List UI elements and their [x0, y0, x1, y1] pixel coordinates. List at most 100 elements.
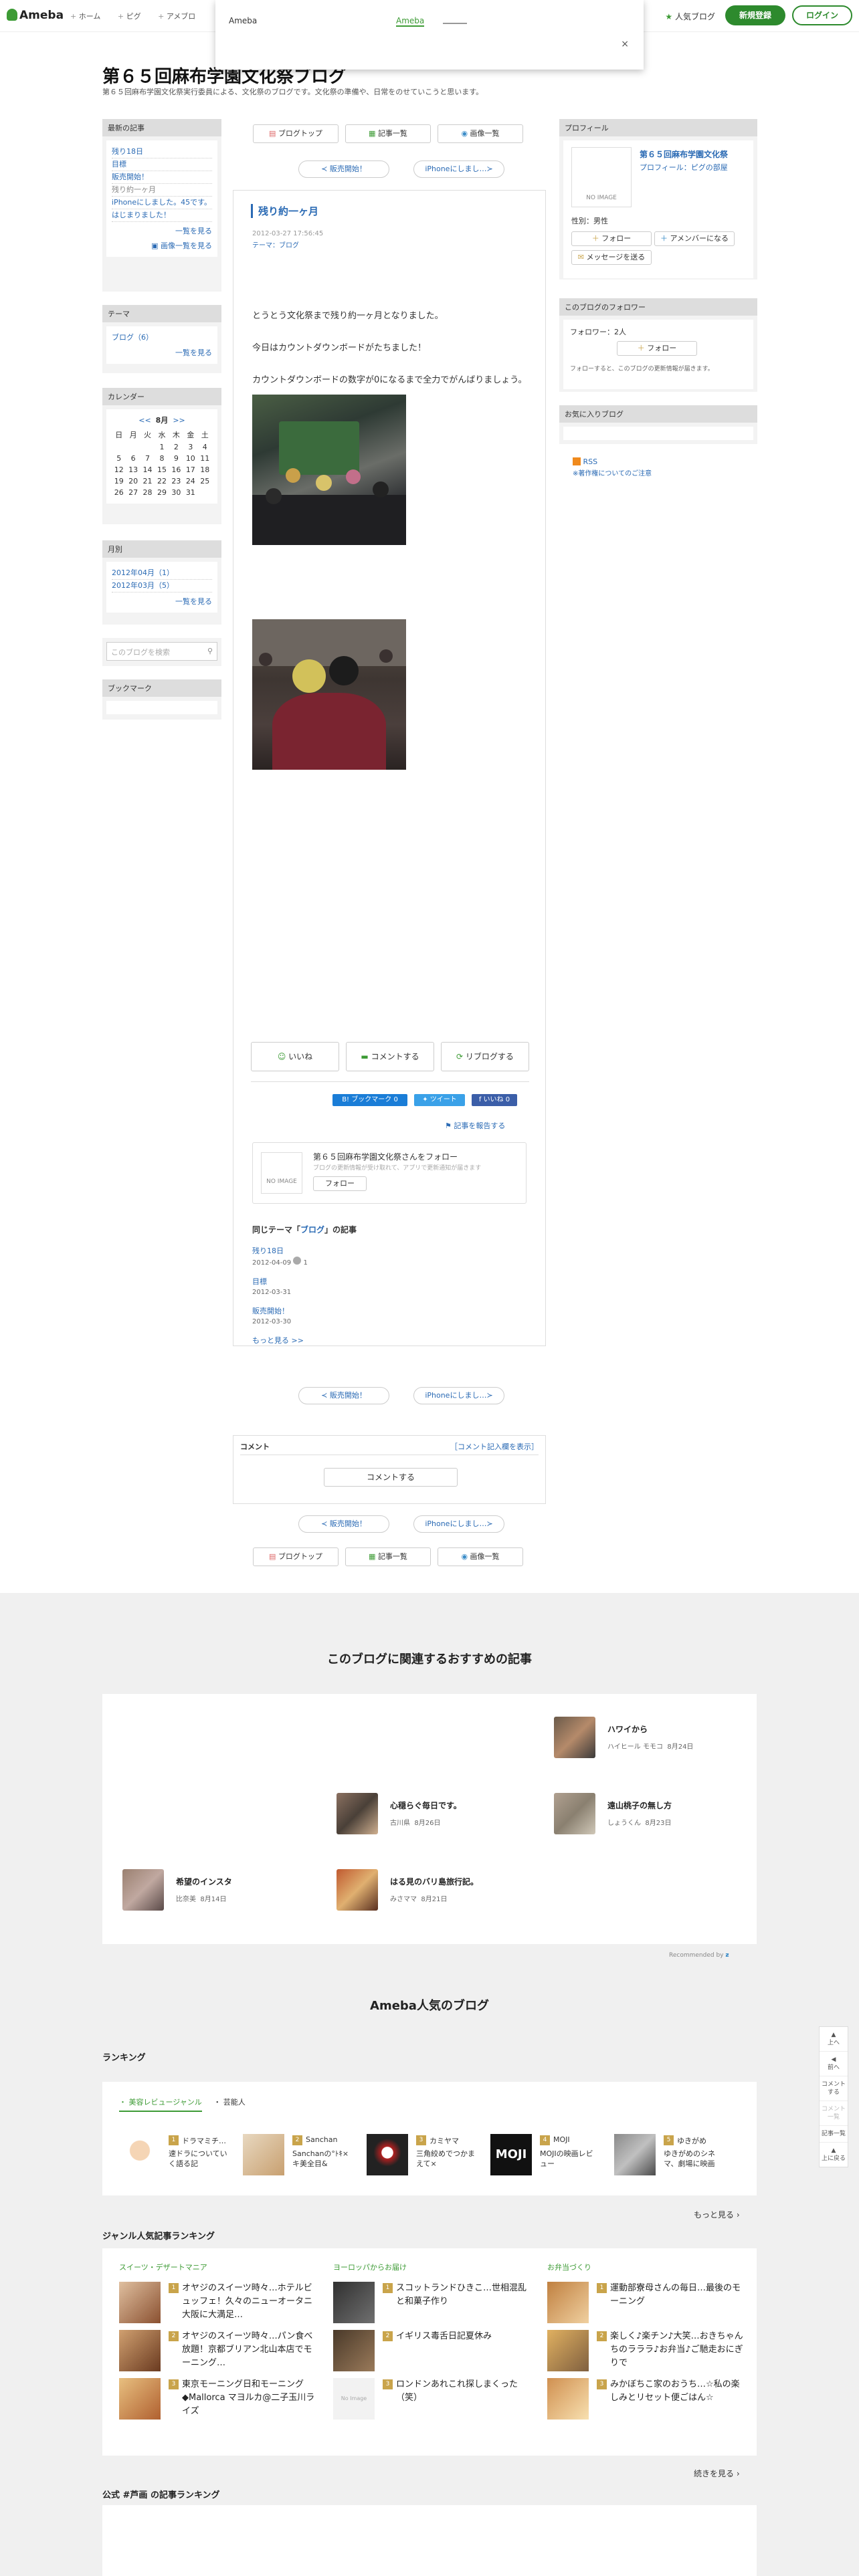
- ranking-item[interactable]: 3 カミヤマ 三角絞めでつかまえて×: [367, 2134, 487, 2175]
- image-list-button[interactable]: ◉ 画像一覧: [438, 1547, 523, 1566]
- month-link[interactable]: 2012年03月（5）: [112, 580, 212, 593]
- theme-link[interactable]: ブログ（6）: [112, 332, 212, 344]
- recommend-card[interactable]: 遠山桃子の無し方 しょうくん 8月23日: [554, 1793, 755, 1834]
- recommend-card[interactable]: はる見のバリ島旅行記。 みさママ 8月21日: [337, 1869, 537, 1911]
- genre-item[interactable]: 1 オヤジのスイーツ時々…ホテルビュッフェ！久々のニューオータニ大阪に大満足…: [119, 2282, 320, 2330]
- next-entry-link[interactable]: iPhoneにしまし…≻: [413, 1387, 504, 1404]
- float-comment-button[interactable]: コメントする: [820, 2076, 848, 2101]
- next-entry-link[interactable]: iPhoneにしまし…≻: [413, 160, 504, 178]
- scroll-up-button[interactable]: ▲ 上へ: [820, 2027, 848, 2052]
- ranking-more-link[interactable]: もっと見る ›: [694, 2209, 740, 2220]
- next-month-icon[interactable]: >>: [173, 416, 185, 425]
- recommend-card[interactable]: 心穏らぐ毎日です。 古川県 8月26日: [337, 1793, 537, 1834]
- close-icon[interactable]: ×: [621, 39, 629, 49]
- nav-ameblo[interactable]: アメブロ: [158, 12, 195, 21]
- ranking-item[interactable]: MOJI 4 MOJI MOJIの映画レビュー: [490, 2134, 611, 2175]
- tab-beauty-review[interactable]: ・ 美容レビュージャンル: [119, 2098, 202, 2112]
- genre-heading[interactable]: スイーツ・デザートマニア: [119, 2262, 320, 2272]
- reblog-button[interactable]: ⟳ リブログする: [441, 1042, 529, 1071]
- nav-home[interactable]: ホーム: [70, 12, 100, 21]
- popular-blog-link[interactable]: 人気ブログ: [665, 11, 715, 22]
- genre-item[interactable]: No Image 3 ロンドンあれこれ探しまくった（笑）: [333, 2378, 534, 2426]
- prev-button[interactable]: ◀ 前へ: [820, 2052, 848, 2076]
- hatena-bookmark-button[interactable]: B! ブックマーク 0: [332, 1094, 407, 1106]
- month-link[interactable]: 2012年04月（1）: [112, 567, 212, 580]
- blog-top-button[interactable]: ▤ ブログトップ: [253, 124, 339, 143]
- prev-entry-link[interactable]: ≺ 販売開始！: [298, 1387, 389, 1404]
- same-theme-more-link[interactable]: もっと見る >>: [252, 1335, 527, 1346]
- report-entry-link[interactable]: ⚑ 記事を報告する: [445, 1120, 505, 1131]
- avatar: NO IMAGE: [261, 1152, 302, 1194]
- entry-theme[interactable]: テーマ：ブログ: [252, 240, 323, 252]
- profile-name[interactable]: 第６５回麻布学園文化祭: [640, 148, 728, 160]
- ranking-item[interactable]: 2 Sanchan Sanchanの°ﾄｷ×キ美全目&: [243, 2134, 363, 2175]
- genre-item[interactable]: 1 スコットランドひきこ…世相混乱と和菓子作り: [333, 2282, 534, 2330]
- recent-post-link[interactable]: はじまりました！: [112, 209, 212, 222]
- calendar-day: 19: [114, 477, 124, 486]
- theme-more-link[interactable]: 一覧を見る: [112, 348, 212, 358]
- follow-button[interactable]: ＋ フォロー: [571, 231, 652, 246]
- amember-button[interactable]: ＋ アメンバーになる: [654, 231, 735, 246]
- genre-heading[interactable]: お弁当づくり: [547, 2262, 748, 2272]
- prev-entry-link[interactable]: ≺ 販売開始！: [298, 160, 389, 178]
- prev-entry-link[interactable]: ≺ 販売開始！: [298, 1515, 389, 1533]
- genre-item-text: 運動部寮母さんの毎日…最後のモーニング: [610, 2283, 741, 2306]
- facebook-like-button[interactable]: f いいね 0: [472, 1094, 517, 1106]
- login-button[interactable]: ログイン: [792, 5, 852, 25]
- entry-photo-students[interactable]: [252, 619, 406, 770]
- recommend-card[interactable]: ハワイから ハイヒール モモコ 8月24日: [554, 1717, 755, 1758]
- write-comment-button[interactable]: コメントする: [324, 1468, 458, 1487]
- send-message-button[interactable]: ✉ メッセージを送る: [571, 250, 652, 265]
- genre-item[interactable]: 2 楽しく♪楽チン♪大笑…おきちゃんちのラララ♪お弁当♪ご馳走おにぎりで: [547, 2330, 748, 2378]
- blog-search-input[interactable]: このブログを検索 ⚲: [106, 642, 217, 661]
- nav-pigg[interactable]: ピグ: [118, 12, 141, 21]
- prev-month-icon[interactable]: <<: [138, 416, 151, 425]
- recent-image-list-link[interactable]: ▣ 画像一覧を見る: [112, 241, 212, 251]
- recent-post-link[interactable]: 販売開始！: [112, 171, 212, 184]
- tab-celebrity[interactable]: ・ 芸能人: [213, 2098, 246, 2107]
- genre-heading[interactable]: ヨーロッパからお届け: [333, 2262, 534, 2272]
- copyright-note-link[interactable]: ※著作権についてのご注意: [573, 467, 652, 477]
- entry-photo-countdown-board[interactable]: [252, 395, 406, 545]
- follow-button[interactable]: ＋ フォロー: [617, 341, 697, 356]
- ranking-item[interactable]: 5 ゆきがめ ゆきがめのシネマ、劇場に映画: [614, 2134, 735, 2175]
- dropdown-active-tab[interactable]: Ameba: [396, 16, 425, 27]
- avatar[interactable]: NO IMAGE: [571, 147, 632, 207]
- recent-post-link[interactable]: iPhoneにしました。45です。: [112, 197, 212, 209]
- ranking-item[interactable]: 1 ドラマミチ… 速ドラについていく語る記: [119, 2134, 240, 2175]
- blog-top-button[interactable]: ▤ ブログトップ: [253, 1547, 339, 1566]
- recent-list-more-link[interactable]: 一覧を見る: [112, 226, 212, 237]
- recent-post-link[interactable]: 目標: [112, 158, 212, 171]
- genre-item[interactable]: 3 東京モーニング日和モーニング◆Mallorca マヨルカ@二子玉川ライズ: [119, 2378, 320, 2426]
- recent-post-link[interactable]: 残り約一ヶ月: [112, 184, 212, 197]
- recommend-card[interactable]: 希望のインスタ 比奈美 8月14日: [122, 1869, 323, 1911]
- entry-list-button[interactable]: ▦ 記事一覧: [345, 124, 431, 143]
- follow-box-button[interactable]: フォロー: [313, 1176, 367, 1191]
- genre-item[interactable]: 2 イギリス毒舌日記夏休み: [333, 2330, 534, 2378]
- genre-item[interactable]: 2 オヤジのスイーツ時々…パン食べ放題！京都ブリアン北山本店でモーニング…: [119, 2330, 320, 2378]
- ameba-logo[interactable]: Ameba: [7, 9, 64, 22]
- next-entry-link[interactable]: iPhoneにしまし…≻: [413, 1515, 504, 1533]
- profile-room-link[interactable]: プロフィール：ピグの部屋: [640, 162, 728, 173]
- tweet-button[interactable]: ✦ ツイート: [414, 1094, 465, 1106]
- float-comment-list-button[interactable]: コメント一覧: [820, 2101, 848, 2126]
- show-comment-form-link[interactable]: ［コメント記入欄を表示］: [450, 1441, 539, 1452]
- recent-post-link[interactable]: 残り18日: [112, 146, 212, 158]
- monthly-more-link[interactable]: 一覧を見る: [112, 597, 212, 607]
- genre-item[interactable]: 1 運動部寮母さんの毎日…最後のモーニング: [547, 2282, 748, 2330]
- search-icon[interactable]: ⚲: [207, 647, 213, 655]
- genre-more-link[interactable]: 続きを見る ›: [694, 2468, 740, 2479]
- same-theme-link[interactable]: 販売開始！: [252, 1306, 527, 1317]
- rss-link[interactable]: RSS: [573, 457, 652, 466]
- float-entry-list-button[interactable]: 記事一覧: [820, 2126, 848, 2143]
- entry-title[interactable]: 残り約一ヶ月: [251, 204, 318, 218]
- same-theme-link[interactable]: 残り18日: [252, 1246, 527, 1257]
- like-button[interactable]: ☺ いいね: [251, 1042, 339, 1071]
- comment-button[interactable]: ▬ コメントする: [346, 1042, 434, 1071]
- back-to-top-button[interactable]: ▲ 上に戻る: [820, 2143, 848, 2167]
- entry-list-button[interactable]: ▦ 記事一覧: [345, 1547, 431, 1566]
- register-button[interactable]: 新規登録: [725, 5, 785, 25]
- same-theme-link[interactable]: 目標: [252, 1277, 527, 1287]
- image-list-button[interactable]: ◉ 画像一覧: [438, 124, 523, 143]
- genre-item[interactable]: 3 みかぼちこ家のおうち…☆私の楽しみとリセット便ごはん☆: [547, 2378, 748, 2426]
